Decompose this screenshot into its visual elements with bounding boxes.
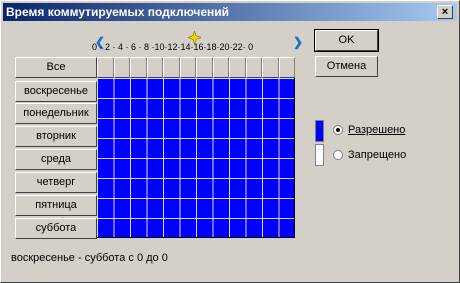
day-row-monday[interactable]: понедельник xyxy=(15,103,97,124)
hour-button[interactable] xyxy=(146,57,163,78)
cancel-button[interactable]: Отмена xyxy=(315,56,378,77)
hour-button[interactable] xyxy=(229,57,246,78)
hour-button[interactable] xyxy=(196,57,213,78)
hour-button[interactable] xyxy=(262,57,279,78)
radio-dot xyxy=(333,150,343,160)
hour-button[interactable] xyxy=(130,57,147,78)
hour-button[interactable] xyxy=(163,57,180,78)
ok-button[interactable]: OK xyxy=(314,29,379,52)
day-row-sunday[interactable]: воскресенье xyxy=(15,81,97,102)
selection-status: воскресенье - суббота с 0 до 0 xyxy=(11,252,168,264)
allowed-radio[interactable]: Разрешено xyxy=(333,123,405,137)
denied-legend-swatch xyxy=(315,144,324,166)
title-bar: Время коммутируемых подключений × xyxy=(3,3,457,21)
hour-column-buttons xyxy=(97,57,295,78)
close-button[interactable]: × xyxy=(437,5,453,19)
day-row-friday[interactable]: пятница xyxy=(15,195,97,216)
hour-button[interactable] xyxy=(179,57,196,78)
hour-button[interactable] xyxy=(212,57,229,78)
radio-dot xyxy=(333,125,343,135)
allowed-legend-swatch xyxy=(315,120,324,142)
day-row-tuesday[interactable]: вторник xyxy=(15,126,97,147)
schedule-grid[interactable] xyxy=(97,78,295,238)
hour-button[interactable] xyxy=(113,57,130,78)
day-row-thursday[interactable]: четверг xyxy=(15,172,97,193)
hour-button[interactable] xyxy=(278,57,295,78)
hour-button[interactable] xyxy=(245,57,262,78)
day-row-saturday[interactable]: суббота xyxy=(15,218,97,239)
hour-button[interactable] xyxy=(97,57,114,78)
hour-labels: 0 · 2 · 4 · 6 · 8 ·10·12·14·16·18·20·22·… xyxy=(92,42,254,52)
day-row-wednesday[interactable]: среда xyxy=(15,149,97,170)
all-days-button[interactable]: Все xyxy=(15,57,97,78)
dial-in-hours-dialog: Время коммутируемых подключений × OK Отм… xyxy=(0,0,460,283)
denied-label: Запрещено xyxy=(348,149,407,161)
denied-radio[interactable]: Запрещено xyxy=(333,148,406,162)
window-title: Время коммутируемых подключений xyxy=(6,5,229,19)
allowed-label: Разрешено xyxy=(348,124,406,136)
